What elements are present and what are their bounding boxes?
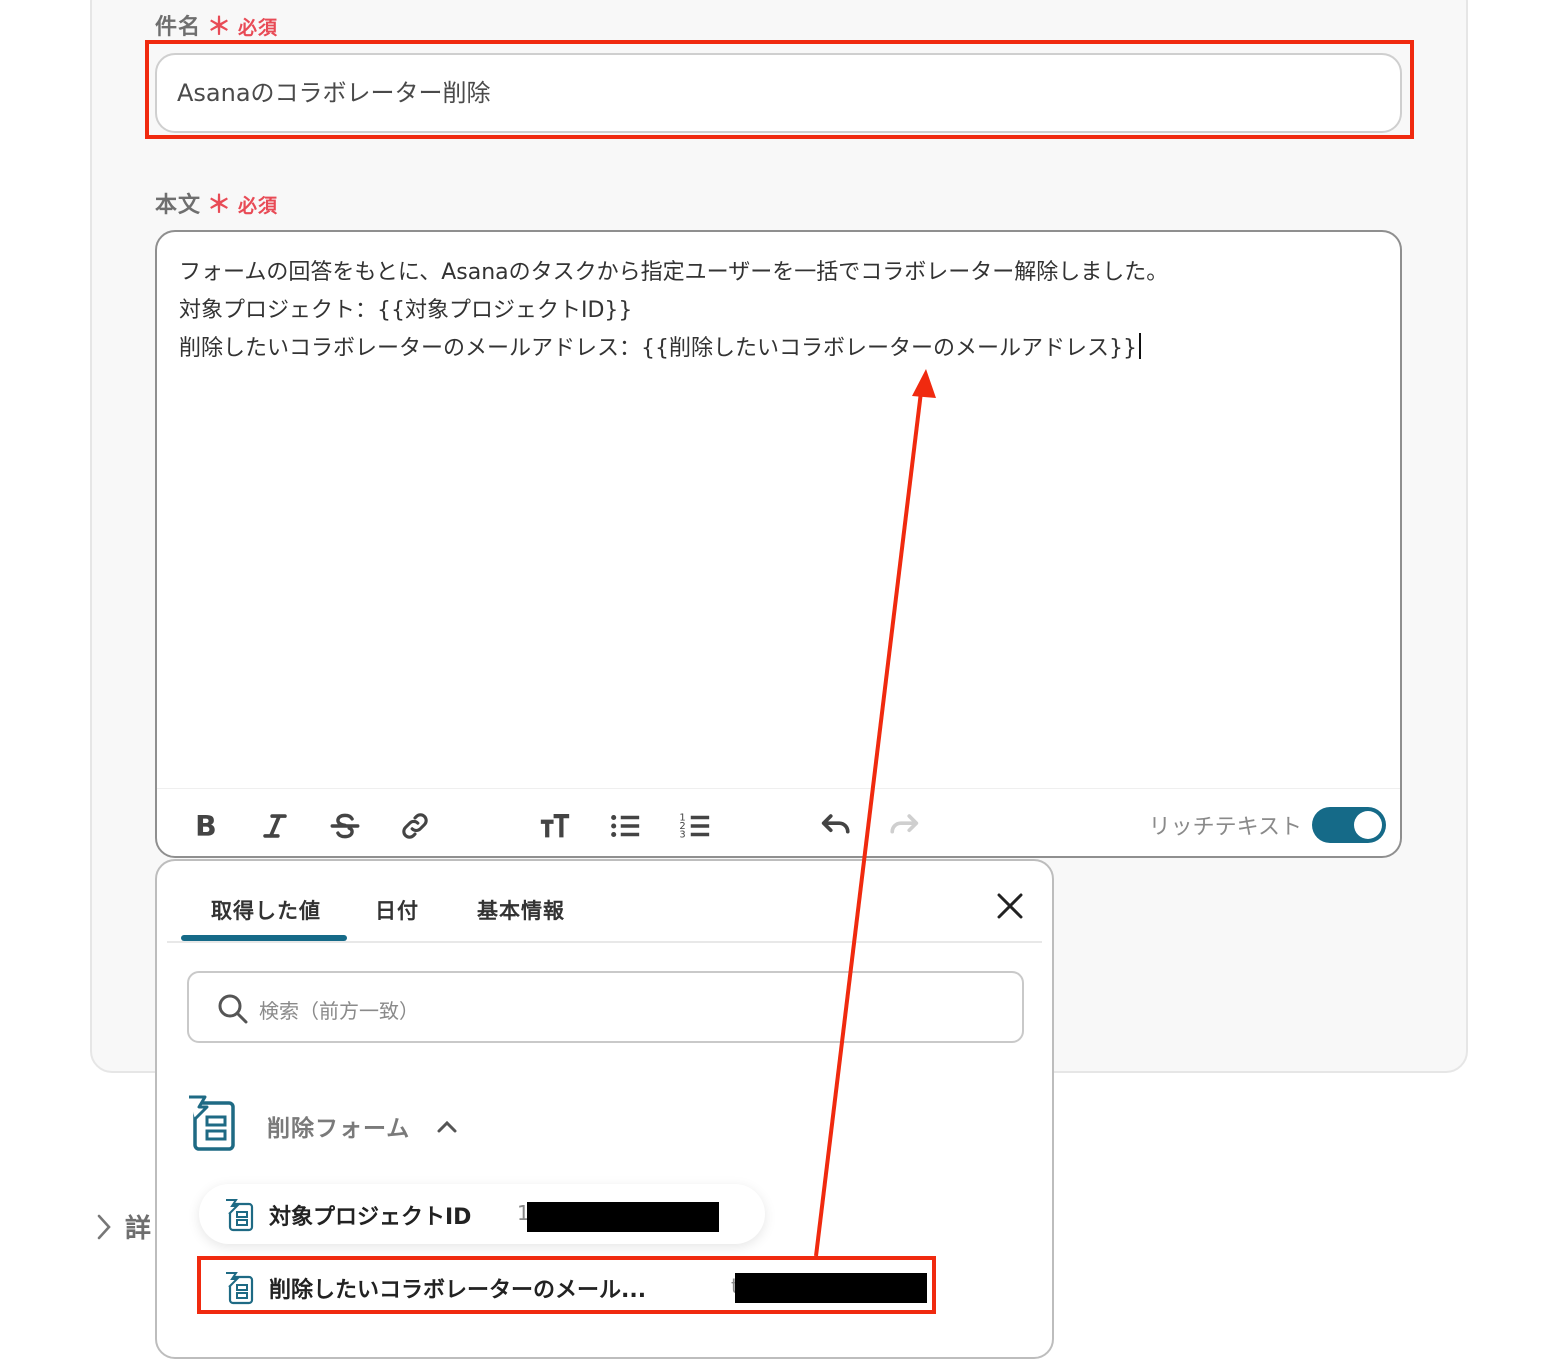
tab-acquired-values[interactable]: 取得した値 (211, 895, 321, 925)
body-label: 本文 ＊ 必須 (155, 184, 278, 219)
body-editor[interactable]: フォームの回答をもとに、Asanaのタスクから指定ユーザーを一括でコラボレーター… (155, 230, 1402, 858)
svg-text:B: B (195, 810, 217, 843)
chevron-up-icon[interactable] (435, 1115, 459, 1139)
editor-toolbar: B 123 リッチテキスト (157, 788, 1400, 857)
strikethrough-icon[interactable] (325, 809, 365, 843)
svg-text:3: 3 (679, 829, 685, 840)
search-box[interactable]: 検索（前方一致） (187, 971, 1024, 1043)
search-placeholder: 検索（前方一致） (259, 999, 419, 1023)
close-icon[interactable] (995, 891, 1025, 921)
body-content[interactable]: フォームの回答をもとに、Asanaのタスクから指定ユーザーを一括でコラボレーター… (179, 260, 1168, 361)
form-icon (226, 1199, 254, 1232)
body-label-text: 本文 (155, 193, 202, 218)
subject-label-text: 件名 (155, 15, 202, 40)
text-caret (1139, 333, 1141, 359)
bold-icon[interactable]: B (185, 809, 225, 843)
tab-date[interactable]: 日付 (375, 895, 419, 925)
details-label[interactable]: 詳 (125, 1208, 151, 1245)
item-highlight-box (197, 1256, 936, 1314)
form-icon (189, 1095, 235, 1151)
subject-label: 件名 ＊ 必須 (155, 6, 278, 41)
list-item-project-id[interactable]: 対象プロジェクトID 1 (199, 1184, 765, 1244)
rich-text-toggle[interactable] (1312, 807, 1386, 843)
active-tab-indicator (181, 935, 347, 941)
body-text[interactable]: フォームの回答をもとに、Asanaのタスクから指定ユーザーを一括でコラボレーター… (179, 254, 1378, 368)
required-text: 必須 (238, 195, 279, 217)
link-icon[interactable] (395, 809, 435, 843)
subject-highlight-box (145, 40, 1414, 139)
tab-basic-info[interactable]: 基本情報 (477, 895, 565, 925)
search-icon (218, 994, 248, 1024)
rich-text-label: リッチテキスト (1148, 815, 1302, 840)
redo-icon[interactable] (885, 809, 925, 843)
italic-icon[interactable] (255, 809, 295, 843)
bullet-list-icon[interactable] (605, 809, 645, 843)
redacted-value (527, 1202, 719, 1232)
required-text: 必須 (238, 17, 279, 39)
undo-icon[interactable] (815, 809, 855, 843)
required-mark: ＊ (207, 12, 233, 40)
toggle-knob (1354, 811, 1382, 839)
list-item-label: 対象プロジェクトID (269, 1205, 472, 1230)
numbered-list-icon[interactable]: 123 (675, 809, 715, 843)
group-label[interactable]: 削除フォーム (267, 1109, 410, 1143)
required-mark: ＊ (207, 190, 233, 218)
chevron-right-icon[interactable] (92, 1212, 116, 1242)
text-size-icon[interactable] (535, 809, 575, 843)
tab-divider (167, 941, 1042, 943)
